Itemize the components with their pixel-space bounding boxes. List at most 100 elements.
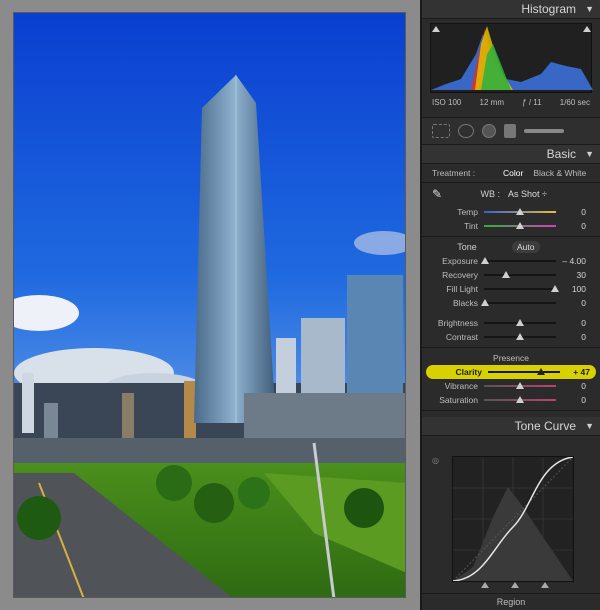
- slider-brightness[interactable]: [484, 318, 556, 328]
- tool-strip: [422, 117, 600, 145]
- slider-label: Exposure: [442, 256, 478, 266]
- slider-value[interactable]: – 4.00: [556, 256, 586, 266]
- slider-value[interactable]: 0: [556, 207, 586, 217]
- photo-preview[interactable]: [13, 12, 406, 598]
- slider-track: [488, 371, 560, 373]
- curve-split-handle[interactable]: [481, 582, 489, 588]
- slider-label: Clarity: [455, 367, 482, 377]
- slider-knob[interactable]: [516, 333, 524, 340]
- slider-label: Recovery: [442, 270, 478, 280]
- slider-row-tint: Tint 0: [422, 219, 600, 233]
- tone-curve-header[interactable]: Tone Curve ▼: [422, 417, 600, 436]
- eyedropper-icon[interactable]: ✎: [422, 187, 452, 201]
- slider-knob[interactable]: [481, 299, 490, 306]
- slider-value[interactable]: 0: [556, 381, 586, 391]
- wb-row: ✎ WB : As Shot ÷: [422, 183, 600, 205]
- slider-knob[interactable]: [550, 285, 559, 292]
- photo-area: [0, 0, 420, 610]
- basic-header[interactable]: Basic ▼: [422, 145, 600, 164]
- crop-tool-icon[interactable]: [432, 124, 450, 138]
- slider-row-recovery: Recovery 30: [422, 268, 600, 282]
- slider-knob[interactable]: [536, 368, 545, 375]
- focal-length: 12 mm: [479, 97, 504, 107]
- slider-row-exposure: Exposure – 4.00: [422, 254, 600, 268]
- slider-track: [484, 260, 556, 262]
- slider-row-fill-light: Fill Light 100: [422, 282, 600, 296]
- shutter-speed: 1/60 sec: [559, 97, 590, 107]
- slider-label: Saturation: [439, 395, 478, 405]
- collapse-icon[interactable]: ▼: [585, 0, 594, 18]
- presence-label: Presence: [493, 353, 529, 363]
- collapse-icon[interactable]: ▼: [585, 417, 594, 435]
- tone-curve-graph[interactable]: [452, 456, 574, 588]
- curve-split-handle[interactable]: [511, 582, 519, 588]
- slider-knob[interactable]: [516, 396, 524, 403]
- slider-recovery[interactable]: [484, 270, 556, 280]
- treatment-color-button[interactable]: Color: [498, 167, 528, 179]
- slider-value[interactable]: 0: [556, 298, 586, 308]
- wb-label: WB :: [480, 189, 501, 199]
- slider-track: [484, 288, 556, 290]
- slider-label: Vibrance: [444, 381, 478, 391]
- adjustment-brush-icon[interactable]: [524, 129, 564, 133]
- slider-contrast[interactable]: [484, 332, 556, 342]
- slider-blacks[interactable]: [481, 298, 556, 308]
- slider-track: [484, 274, 556, 276]
- wb-select[interactable]: As Shot ÷: [508, 189, 547, 199]
- slider-value[interactable]: 0: [556, 318, 586, 328]
- spot-removal-icon[interactable]: [458, 124, 474, 138]
- slider-saturation[interactable]: [484, 395, 556, 405]
- slider-knob[interactable]: [481, 257, 490, 264]
- slider-temp[interactable]: [484, 207, 556, 217]
- slider-row-temp: Temp 0: [422, 205, 600, 219]
- slider-label: Blacks: [452, 298, 478, 308]
- curve-split-handle[interactable]: [541, 582, 549, 588]
- slider-knob[interactable]: [516, 319, 524, 326]
- slider-label: Fill Light: [446, 284, 478, 294]
- slider-fill-light[interactable]: [484, 284, 559, 294]
- treatment-row: Treatment : Color Black & White: [422, 164, 600, 183]
- slider-exposure[interactable]: [481, 256, 556, 266]
- slider-track: [484, 302, 556, 304]
- slider-row-contrast: Contrast 0: [422, 330, 600, 344]
- slider-vibrance[interactable]: [484, 381, 556, 391]
- graduated-filter-icon[interactable]: [504, 124, 516, 138]
- tone-row: Tone Auto: [422, 240, 600, 254]
- histogram-header[interactable]: Histogram ▼: [422, 0, 600, 19]
- slider-row-clarity: Clarity + 47: [426, 365, 596, 379]
- region-label: Region: [422, 593, 600, 610]
- slider-value[interactable]: 0: [556, 221, 586, 231]
- slider-value[interactable]: 0: [556, 395, 586, 405]
- slider-value[interactable]: 30: [556, 270, 586, 280]
- slider-row-blacks: Blacks 0: [422, 296, 600, 310]
- treatment-bw-button[interactable]: Black & White: [528, 167, 591, 179]
- red-eye-icon[interactable]: [482, 124, 496, 138]
- slider-knob[interactable]: [516, 382, 524, 389]
- auto-tone-button[interactable]: Auto: [512, 241, 540, 253]
- basic-title: Basic: [546, 147, 576, 161]
- slider-knob[interactable]: [516, 222, 524, 229]
- treatment-label: Treatment :: [432, 168, 476, 178]
- slider-clarity[interactable]: [488, 367, 560, 377]
- slider-value[interactable]: 100: [556, 284, 586, 294]
- slider-knob[interactable]: [501, 271, 510, 278]
- iso-value: ISO 100: [432, 97, 462, 107]
- histogram-info: ISO 100 12 mm ƒ / 11 1/60 sec: [422, 93, 600, 111]
- histogram-title: Histogram: [521, 2, 576, 16]
- slider-label: Brightness: [437, 318, 478, 328]
- target-adjust-icon[interactable]: ◎: [432, 456, 439, 465]
- slider-value[interactable]: + 47: [560, 367, 590, 377]
- slider-label: Contrast: [445, 332, 478, 342]
- slider-knob[interactable]: [516, 208, 524, 215]
- slider-tint[interactable]: [484, 221, 556, 231]
- slider-value[interactable]: 0: [556, 332, 586, 342]
- histogram-graph: [430, 23, 593, 93]
- tone-curve-title: Tone Curve: [514, 419, 576, 433]
- slider-row-vibrance: Vibrance 0: [422, 379, 600, 393]
- slider-row-brightness: Brightness 0: [422, 316, 600, 330]
- tone-label: Tone: [457, 242, 477, 252]
- slider-label: Temp: [457, 207, 478, 217]
- collapse-icon[interactable]: ▼: [585, 145, 594, 163]
- aperture-value: ƒ / 11: [522, 97, 542, 107]
- slider-label: Tint: [464, 221, 478, 231]
